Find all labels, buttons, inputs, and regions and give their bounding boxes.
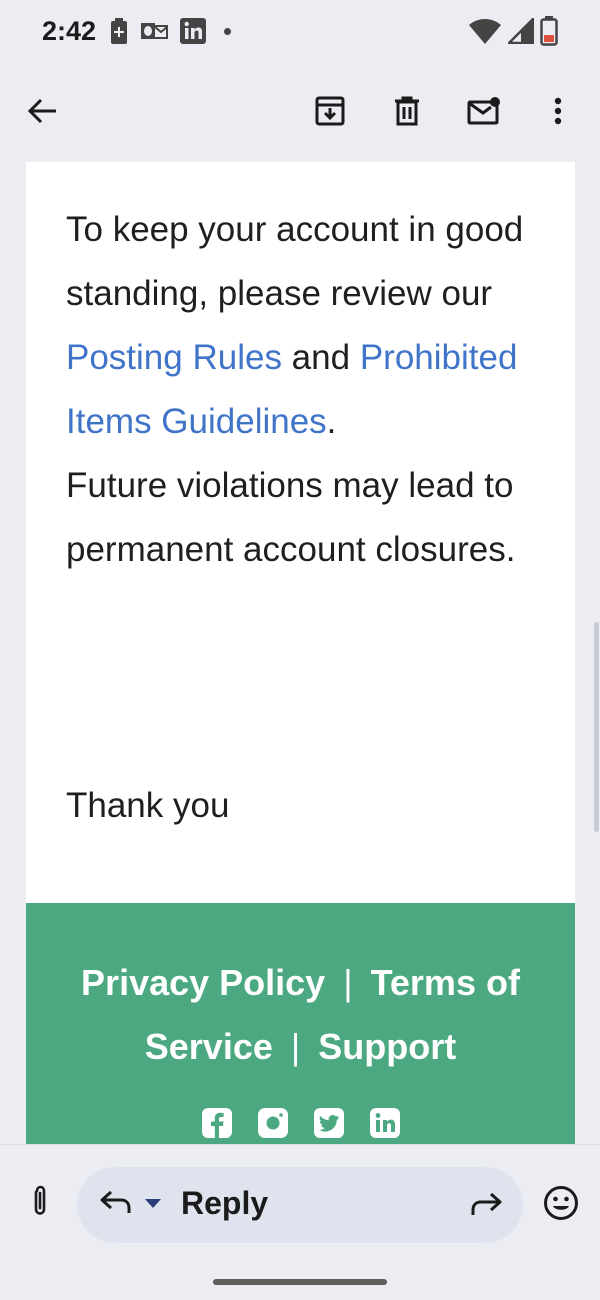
arrow-back-icon xyxy=(28,98,56,124)
link-separator: | xyxy=(290,1026,301,1067)
trash-icon xyxy=(395,96,419,126)
social-links xyxy=(26,1108,575,1138)
email-card: To keep your account in good standing, p… xyxy=(26,162,575,1144)
email-content-area[interactable]: To keep your account in good standing, p… xyxy=(0,162,600,1144)
linkedin-notification-icon xyxy=(180,18,207,44)
closing-text: Thank you xyxy=(66,786,230,825)
posting-rules-link[interactable]: Posting Rules xyxy=(66,338,282,377)
notification-icons xyxy=(110,18,232,44)
email-toolbar xyxy=(0,62,600,162)
archive-button[interactable] xyxy=(303,84,357,138)
link-separator: | xyxy=(343,962,353,1003)
warning-text: Future violations may lead to permanent … xyxy=(66,466,516,569)
footer-links: Privacy Policy | Terms of Service | Support xyxy=(26,951,575,1079)
email-footer: Privacy Policy | Terms of Service | Support xyxy=(26,903,575,1144)
mark-unread-button[interactable] xyxy=(457,84,511,138)
facebook-icon[interactable] xyxy=(201,1108,232,1138)
message-text: . xyxy=(326,402,337,441)
battery-saver-icon xyxy=(111,18,128,44)
paperclip-icon xyxy=(34,1185,46,1215)
outlook-icon xyxy=(141,23,169,39)
scrollbar[interactable] xyxy=(594,622,599,832)
battery-icon xyxy=(540,16,558,46)
emoji-icon[interactable] xyxy=(543,1185,579,1221)
email-message: To keep your account in good standing, p… xyxy=(66,198,536,582)
wifi-icon xyxy=(469,19,501,44)
reply-label: Reply xyxy=(181,1185,269,1221)
attach-button[interactable] xyxy=(22,1183,58,1219)
more-options-button[interactable] xyxy=(531,84,585,138)
back-button[interactable] xyxy=(16,84,70,138)
twitter-icon[interactable] xyxy=(313,1108,344,1138)
mail-unread-icon xyxy=(467,97,500,125)
privacy-policy-link[interactable]: Privacy Policy xyxy=(81,962,325,1003)
more-notifications-dot xyxy=(224,27,232,35)
instagram-icon[interactable] xyxy=(257,1108,288,1138)
reply-icon xyxy=(100,1190,131,1213)
reply-bar: Reply xyxy=(0,1144,600,1300)
reply-options-chevron-down-icon[interactable] xyxy=(145,1199,161,1209)
support-link[interactable]: Support xyxy=(318,1026,456,1067)
gesture-nav-handle[interactable] xyxy=(213,1279,387,1285)
linkedin-icon[interactable] xyxy=(369,1108,400,1138)
forward-icon[interactable] xyxy=(471,1191,503,1217)
delete-button[interactable] xyxy=(380,84,434,138)
signal-icon xyxy=(508,18,534,44)
reply-button[interactable]: Reply xyxy=(77,1167,523,1243)
message-text: To keep your account in good standing, p… xyxy=(66,210,524,313)
archive-icon xyxy=(315,96,345,126)
more-vertical-icon xyxy=(554,97,562,125)
message-text: and xyxy=(281,338,360,377)
status-time: 2:42 xyxy=(42,15,97,46)
system-icons xyxy=(468,16,558,46)
status-bar: 2:42 xyxy=(0,0,600,62)
